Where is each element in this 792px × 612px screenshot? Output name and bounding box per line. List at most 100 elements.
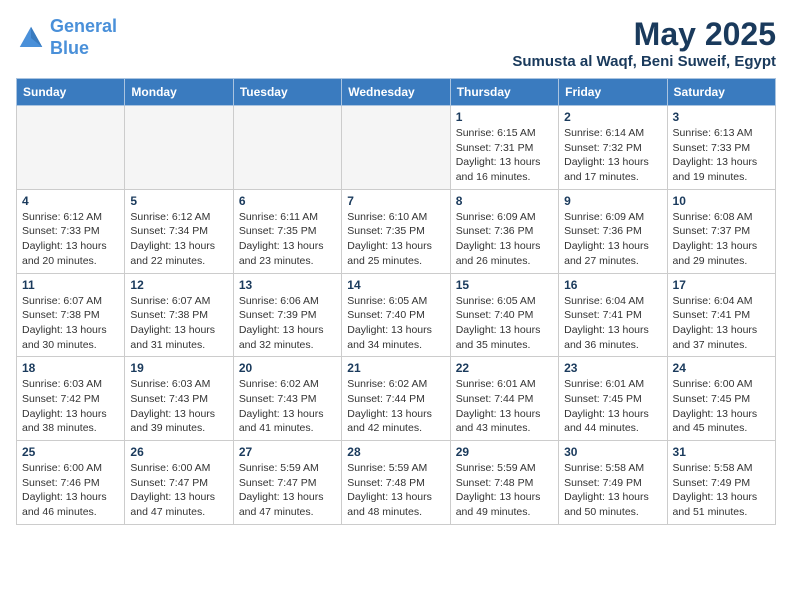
- day-number: 3: [673, 110, 770, 124]
- day-info: Sunrise: 6:07 AM Sunset: 7:38 PM Dayligh…: [22, 294, 119, 353]
- calendar-cell: 19 Sunrise: 6:03 AM Sunset: 7:43 PM Dayli…: [125, 357, 233, 441]
- day-number: 15: [456, 278, 553, 292]
- day-info: Sunrise: 6:01 AM Sunset: 7:44 PM Dayligh…: [456, 377, 553, 436]
- day-number: 16: [564, 278, 661, 292]
- day-info: Sunrise: 6:11 AM Sunset: 7:35 PM Dayligh…: [239, 210, 336, 269]
- day-info: Sunrise: 5:59 AM Sunset: 7:47 PM Dayligh…: [239, 461, 336, 520]
- calendar-cell: 22 Sunrise: 6:01 AM Sunset: 7:44 PM Dayli…: [450, 357, 558, 441]
- day-number: 4: [22, 194, 119, 208]
- day-number: 24: [673, 361, 770, 375]
- day-number: 17: [673, 278, 770, 292]
- day-info: Sunrise: 6:14 AM Sunset: 7:32 PM Dayligh…: [564, 126, 661, 185]
- calendar-week-3: 11 Sunrise: 6:07 AM Sunset: 7:38 PM Dayli…: [17, 273, 776, 357]
- calendar-cell: 17Sunrise: 6:04 AM Sunset: 7:41 PM Dayli…: [667, 273, 775, 357]
- day-number: 21: [347, 361, 444, 375]
- calendar-week-5: 25Sunrise: 6:00 AM Sunset: 7:46 PM Dayli…: [17, 441, 776, 525]
- calendar-cell: 24 Sunrise: 6:00 AM Sunset: 7:45 PM Dayli…: [667, 357, 775, 441]
- calendar-cell: 6 Sunrise: 6:11 AM Sunset: 7:35 PM Daylig…: [233, 189, 341, 273]
- calendar-cell: 15 Sunrise: 6:05 AM Sunset: 7:40 PM Dayli…: [450, 273, 558, 357]
- day-number: 14: [347, 278, 444, 292]
- weekday-friday: Friday: [559, 79, 667, 106]
- day-info: Sunrise: 6:10 AM Sunset: 7:35 PM Dayligh…: [347, 210, 444, 269]
- day-info: Sunrise: 5:59 AM Sunset: 7:48 PM Dayligh…: [347, 461, 444, 520]
- calendar-cell: 13Sunrise: 6:06 AM Sunset: 7:39 PM Dayli…: [233, 273, 341, 357]
- day-number: 8: [456, 194, 553, 208]
- calendar-cell: 21 Sunrise: 6:02 AM Sunset: 7:44 PM Dayli…: [342, 357, 450, 441]
- day-number: 26: [130, 445, 227, 459]
- day-info: Sunrise: 6:15 AM Sunset: 7:31 PM Dayligh…: [456, 126, 553, 185]
- subtitle: Sumusta al Waqf, Beni Suweif, Egypt: [512, 53, 776, 70]
- day-number: 7: [347, 194, 444, 208]
- day-info: Sunrise: 5:58 AM Sunset: 7:49 PM Dayligh…: [673, 461, 770, 520]
- calendar-cell: 27 Sunrise: 5:59 AM Sunset: 7:47 PM Dayli…: [233, 441, 341, 525]
- weekday-monday: Monday: [125, 79, 233, 106]
- day-info: Sunrise: 6:08 AM Sunset: 7:37 PM Dayligh…: [673, 210, 770, 269]
- day-number: 27: [239, 445, 336, 459]
- day-info: Sunrise: 5:58 AM Sunset: 7:49 PM Dayligh…: [564, 461, 661, 520]
- day-info: Sunrise: 6:03 AM Sunset: 7:42 PM Dayligh…: [22, 377, 119, 436]
- calendar-cell: [17, 106, 125, 190]
- day-info: Sunrise: 6:05 AM Sunset: 7:40 PM Dayligh…: [456, 294, 553, 353]
- weekday-thursday: Thursday: [450, 79, 558, 106]
- header: General Blue May 2025 Sumusta al Waqf, B…: [16, 16, 776, 70]
- calendar-cell: 1 Sunrise: 6:15 AM Sunset: 7:31 PM Daylig…: [450, 106, 558, 190]
- calendar-cell: 28 Sunrise: 5:59 AM Sunset: 7:48 PM Dayli…: [342, 441, 450, 525]
- day-number: 19: [130, 361, 227, 375]
- weekday-header-row: SundayMondayTuesdayWednesdayThursdayFrid…: [17, 79, 776, 106]
- weekday-sunday: Sunday: [17, 79, 125, 106]
- day-number: 9: [564, 194, 661, 208]
- day-info: Sunrise: 6:05 AM Sunset: 7:40 PM Dayligh…: [347, 294, 444, 353]
- day-number: 5: [130, 194, 227, 208]
- day-info: Sunrise: 6:12 AM Sunset: 7:34 PM Dayligh…: [130, 210, 227, 269]
- calendar-cell: 5 Sunrise: 6:12 AM Sunset: 7:34 PM Daylig…: [125, 189, 233, 273]
- day-number: 12: [130, 278, 227, 292]
- day-number: 6: [239, 194, 336, 208]
- weekday-tuesday: Tuesday: [233, 79, 341, 106]
- calendar-cell: 14 Sunrise: 6:05 AM Sunset: 7:40 PM Dayli…: [342, 273, 450, 357]
- day-info: Sunrise: 6:04 AM Sunset: 7:41 PM Dayligh…: [564, 294, 661, 353]
- calendar-cell: 4 Sunrise: 6:12 AM Sunset: 7:33 PM Daylig…: [17, 189, 125, 273]
- day-number: 28: [347, 445, 444, 459]
- calendar-body: 1 Sunrise: 6:15 AM Sunset: 7:31 PM Daylig…: [17, 106, 776, 525]
- day-info: Sunrise: 5:59 AM Sunset: 7:48 PM Dayligh…: [456, 461, 553, 520]
- day-info: Sunrise: 6:09 AM Sunset: 7:36 PM Dayligh…: [456, 210, 553, 269]
- day-number: 20: [239, 361, 336, 375]
- day-info: Sunrise: 6:00 AM Sunset: 7:45 PM Dayligh…: [673, 377, 770, 436]
- day-number: 18: [22, 361, 119, 375]
- day-number: 25: [22, 445, 119, 459]
- calendar-cell: 11 Sunrise: 6:07 AM Sunset: 7:38 PM Dayli…: [17, 273, 125, 357]
- day-number: 10: [673, 194, 770, 208]
- calendar-week-4: 18 Sunrise: 6:03 AM Sunset: 7:42 PM Dayli…: [17, 357, 776, 441]
- day-info: Sunrise: 6:13 AM Sunset: 7:33 PM Dayligh…: [673, 126, 770, 185]
- title-area: May 2025 Sumusta al Waqf, Beni Suweif, E…: [512, 16, 776, 70]
- calendar-cell: [342, 106, 450, 190]
- logo: General Blue: [16, 16, 117, 59]
- day-info: Sunrise: 6:09 AM Sunset: 7:36 PM Dayligh…: [564, 210, 661, 269]
- calendar-cell: 23 Sunrise: 6:01 AM Sunset: 7:45 PM Dayli…: [559, 357, 667, 441]
- calendar-cell: 29 Sunrise: 5:59 AM Sunset: 7:48 PM Dayli…: [450, 441, 558, 525]
- day-info: Sunrise: 6:00 AM Sunset: 7:47 PM Dayligh…: [130, 461, 227, 520]
- calendar-week-1: 1 Sunrise: 6:15 AM Sunset: 7:31 PM Daylig…: [17, 106, 776, 190]
- logo-text: General Blue: [50, 16, 117, 59]
- day-info: Sunrise: 6:12 AM Sunset: 7:33 PM Dayligh…: [22, 210, 119, 269]
- calendar-cell: 30 Sunrise: 5:58 AM Sunset: 7:49 PM Dayli…: [559, 441, 667, 525]
- day-info: Sunrise: 6:02 AM Sunset: 7:44 PM Dayligh…: [347, 377, 444, 436]
- day-info: Sunrise: 6:01 AM Sunset: 7:45 PM Dayligh…: [564, 377, 661, 436]
- calendar-cell: 9 Sunrise: 6:09 AM Sunset: 7:36 PM Daylig…: [559, 189, 667, 273]
- day-info: Sunrise: 6:03 AM Sunset: 7:43 PM Dayligh…: [130, 377, 227, 436]
- calendar-cell: 3 Sunrise: 6:13 AM Sunset: 7:33 PM Daylig…: [667, 106, 775, 190]
- day-number: 1: [456, 110, 553, 124]
- calendar-cell: 10 Sunrise: 6:08 AM Sunset: 7:37 PM Dayli…: [667, 189, 775, 273]
- day-info: Sunrise: 6:07 AM Sunset: 7:38 PM Dayligh…: [130, 294, 227, 353]
- calendar-cell: 7 Sunrise: 6:10 AM Sunset: 7:35 PM Daylig…: [342, 189, 450, 273]
- day-number: 29: [456, 445, 553, 459]
- day-number: 11: [22, 278, 119, 292]
- calendar: SundayMondayTuesdayWednesdayThursdayFrid…: [16, 78, 776, 525]
- main-title: May 2025: [512, 16, 776, 53]
- weekday-saturday: Saturday: [667, 79, 775, 106]
- day-number: 22: [456, 361, 553, 375]
- day-number: 23: [564, 361, 661, 375]
- day-number: 30: [564, 445, 661, 459]
- calendar-cell: 8 Sunrise: 6:09 AM Sunset: 7:36 PM Daylig…: [450, 189, 558, 273]
- calendar-cell: 25Sunrise: 6:00 AM Sunset: 7:46 PM Dayli…: [17, 441, 125, 525]
